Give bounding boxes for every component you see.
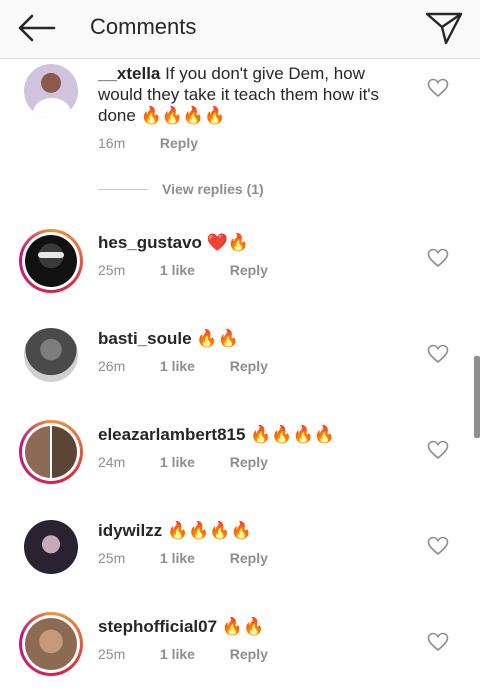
comment-meta: 24m 1 like Reply (98, 454, 268, 470)
paper-plane-icon[interactable] (424, 10, 464, 46)
page-title: Comments (90, 14, 197, 39)
heart-icon[interactable] (427, 632, 449, 652)
heart-icon[interactable] (427, 344, 449, 364)
comment-username[interactable]: hes_gustavo (98, 233, 202, 252)
avatar-image (25, 235, 77, 287)
comment-time: 24m (98, 454, 126, 470)
like-count[interactable]: 1 like (160, 454, 226, 470)
heart-icon[interactable] (427, 78, 449, 98)
avatar[interactable] (19, 612, 83, 676)
comment-meta: 25m 1 like Reply (98, 646, 268, 662)
comment-body: 🔥🔥🔥🔥 (250, 425, 335, 444)
comment-time: 16m (98, 135, 126, 151)
comment-username[interactable]: basti_soule (98, 329, 192, 348)
avatar[interactable] (19, 323, 83, 387)
like-count[interactable]: 1 like (160, 646, 226, 662)
comment-meta: 25m 1 like Reply (98, 262, 268, 278)
reply-button[interactable]: Reply (230, 646, 268, 662)
comment-body: 🔥🔥 (196, 329, 239, 348)
comment-body: 🔥🔥🔥🔥 (166, 521, 252, 540)
view-replies-label: View replies (1) (162, 181, 264, 197)
comment-body: 🔥🔥 (221, 617, 265, 636)
comment-meta: 25m 1 like Reply (98, 550, 268, 566)
heart-icon[interactable] (427, 536, 449, 556)
comment-text: eleazarlambert815 🔥🔥🔥🔥 (98, 424, 408, 445)
reply-button[interactable]: Reply (230, 358, 268, 374)
comment-text: stephofficial07 🔥🔥 (98, 616, 408, 637)
comment-body: ❤️🔥 (206, 233, 250, 252)
comment-time: 25m (98, 646, 126, 662)
comment-text: basti_soule 🔥🔥 (98, 328, 408, 349)
avatar-image (24, 520, 78, 574)
top-bar: Comments (0, 0, 480, 59)
avatar-image (24, 328, 78, 382)
avatar[interactable] (19, 515, 83, 579)
avatar-image (25, 618, 77, 670)
comment-text: hes_gustavo ❤️🔥 (98, 232, 408, 253)
comment-username[interactable]: __xtella (98, 64, 160, 83)
scrollbar[interactable] (474, 356, 480, 438)
comment-meta: 16m Reply (98, 135, 198, 151)
comment-time: 26m (98, 358, 126, 374)
comment-username[interactable]: idywilzz (98, 521, 162, 540)
divider-line (98, 189, 148, 190)
avatar[interactable] (19, 59, 83, 123)
avatar[interactable] (19, 229, 83, 293)
avatar[interactable] (19, 420, 83, 484)
reply-button[interactable]: Reply (230, 550, 268, 566)
like-count[interactable]: 1 like (160, 358, 226, 374)
heart-icon[interactable] (427, 440, 449, 460)
comment-username[interactable]: eleazarlambert815 (98, 425, 245, 444)
reply-button[interactable]: Reply (230, 454, 268, 470)
comment-time: 25m (98, 550, 126, 566)
heart-icon[interactable] (427, 248, 449, 268)
comment-text: __xtella If you don't give Dem, how woul… (98, 63, 408, 126)
reply-button[interactable]: Reply (160, 135, 198, 151)
like-count[interactable]: 1 like (160, 262, 226, 278)
avatar-image (25, 426, 77, 478)
comment-meta: 26m 1 like Reply (98, 358, 268, 374)
comment-username[interactable]: stephofficial07 (98, 617, 217, 636)
avatar-image (24, 64, 78, 118)
reply-button[interactable]: Reply (230, 262, 268, 278)
like-count[interactable]: 1 like (160, 550, 226, 566)
comment-time: 25m (98, 262, 126, 278)
arrow-left-icon[interactable] (14, 12, 58, 44)
comment-text: idywilzz 🔥🔥🔥🔥 (98, 520, 408, 541)
